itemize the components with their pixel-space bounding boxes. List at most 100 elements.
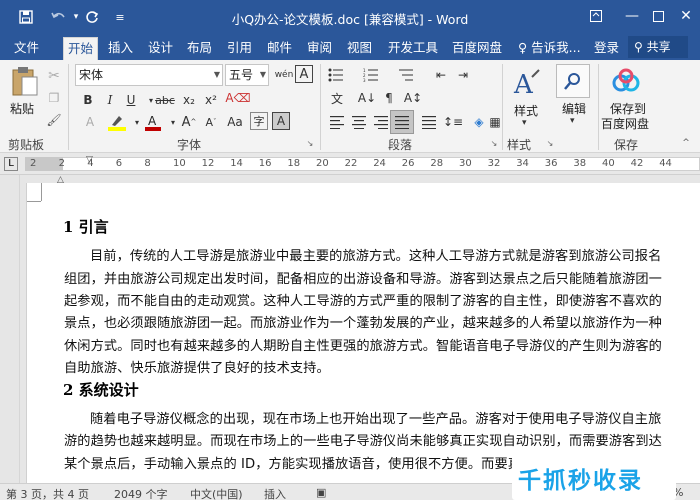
ruler-tick-label: 26 [401, 158, 415, 169]
tab-layout[interactable]: 布局 [183, 37, 216, 60]
ruler-tick-label: 28 [430, 158, 444, 169]
change-case-icon[interactable]: Aa [224, 112, 246, 132]
editing-label[interactable]: 编辑 [562, 100, 586, 117]
close-icon[interactable]: ✕ [668, 4, 700, 28]
character-border-icon[interactable]: A [295, 65, 313, 83]
align-left-icon[interactable] [326, 112, 348, 132]
paragraph-line: 休闲方式。同时也有越来越多的人期盼自主性更强的旅游方式。智能语音电子导游仪的产生… [64, 339, 662, 354]
baidu-netdisk-label[interactable]: 百度网盘 [601, 115, 649, 132]
increase-indent-icon[interactable]: ⇥ [452, 65, 474, 85]
word-count[interactable]: 2049 个字 [114, 486, 168, 500]
ruler-tick-label: 24 [373, 158, 386, 169]
bullets-icon[interactable] [325, 65, 347, 85]
ribbon-display-icon[interactable] [578, 4, 614, 28]
ribbon: 粘贴 ✂ ❐ 🖌 剪贴板 宋体 ▼ 五号 ▼ wén A B I U ▾ abc… [0, 60, 700, 153]
ruler-tick-label: 6 [115, 158, 123, 169]
fit-text-icon[interactable]: A↕ [402, 88, 424, 108]
ruler-tick-label: 8 [144, 158, 151, 169]
align-center-icon[interactable] [348, 112, 370, 132]
chevron-down-icon[interactable]: ▾ [570, 116, 575, 126]
distributed-icon[interactable] [418, 112, 440, 132]
highlight-icon[interactable] [106, 112, 128, 132]
paragraph-group-label: 段落 [388, 138, 413, 152]
tab-file[interactable]: 文件 [10, 37, 43, 60]
collapse-ribbon-icon[interactable]: ^ [680, 138, 692, 148]
paragraph-line: 起参观，而不能自由的走动观赏。这种人工导游的方式严重的限制了游客的自主性，即使游… [64, 294, 662, 309]
subscript-button[interactable]: x₂ [178, 90, 200, 110]
styles-icon[interactable]: A [510, 66, 544, 100]
line-spacing-icon[interactable]: ↕≡ [442, 112, 464, 132]
group-divider [502, 64, 503, 150]
tab-view[interactable]: 视图 [343, 37, 376, 60]
multilevel-list-icon[interactable] [395, 65, 417, 85]
page-count[interactable]: 第 3 页，共 4 页 [6, 486, 89, 500]
chinese-layout-icon[interactable]: 文 [326, 88, 348, 108]
ruler-tick-label: 36 [544, 158, 558, 169]
chevron-down-icon: ▼ [259, 70, 266, 79]
font-color-icon[interactable]: A [142, 112, 164, 132]
insert-mode[interactable]: 插入 [264, 486, 286, 500]
editing-icon[interactable] [556, 64, 590, 98]
tab-mailings[interactable]: 邮件 [263, 37, 296, 60]
svg-text:A: A [148, 114, 157, 128]
font-size-value: 五号 [229, 68, 254, 82]
tab-home[interactable]: 开始 [63, 37, 99, 60]
language-indicator[interactable]: 中文(中国) [190, 486, 243, 500]
italic-button[interactable]: I [99, 90, 121, 110]
login-link[interactable]: 登录 [590, 37, 623, 60]
font-name-select[interactable]: 宋体 ▼ [75, 64, 223, 86]
margin-corner-mark [41, 183, 42, 201]
grow-font-icon[interactable]: A ^ [178, 112, 200, 132]
macro-icon[interactable]: ▣ [316, 486, 326, 499]
strikethrough-button[interactable]: abc [154, 90, 176, 110]
font-size-select[interactable]: 五号 ▼ [225, 64, 269, 86]
tell-me-box[interactable]: ♀ 告诉我... [514, 37, 585, 60]
ribbon-tabs: 文件 开始 插入 设计 布局 引用 邮件 审阅 视图 开发工具 百度网盘 ♀ 告… [0, 34, 700, 60]
cut-icon[interactable]: ✂ [44, 66, 64, 86]
format-painter-icon[interactable]: 🖌 [44, 110, 64, 130]
numbering-icon[interactable]: 123 [360, 65, 382, 85]
show-marks-icon[interactable]: ¶ [378, 88, 400, 108]
share-button[interactable]: ⚲ 共享 [628, 36, 688, 58]
margin-corner-mark [27, 201, 41, 202]
tab-design[interactable]: 设计 [144, 37, 177, 60]
character-shading-icon[interactable]: A [272, 112, 290, 130]
tab-insert[interactable]: 插入 [104, 37, 137, 60]
horizontal-ruler[interactable]: L 2 2 4 6 8 10 12 14 16 18 20 22 24 26 28 30 32 34 36 38 40 4… [0, 153, 700, 175]
paste-label[interactable]: 粘贴 [10, 100, 34, 117]
paragraph-dialog-launcher-icon[interactable]: ↘ [489, 138, 499, 148]
superscript-button[interactable]: x² [200, 90, 222, 110]
phonetic-guide-icon[interactable]: wén [273, 65, 295, 85]
chevron-down-icon[interactable]: ▾ [522, 118, 527, 128]
shrink-font-icon[interactable]: Aˇ [200, 112, 222, 132]
copy-icon[interactable]: ❐ [44, 88, 64, 108]
decrease-indent-icon[interactable]: ⇤ [430, 65, 452, 85]
font-dialog-launcher-icon[interactable]: ↘ [305, 138, 315, 148]
clear-format-icon[interactable]: A⌫ [225, 88, 250, 108]
document-area: △ 1 引言 目前，传统的人工导游是旅游业中最主要的旅游方式。这种人工导游方式就… [0, 175, 700, 483]
first-line-indent-marker-icon[interactable]: ▽ [86, 155, 93, 165]
tab-references[interactable]: 引用 [223, 37, 256, 60]
tab-baidu-netdisk[interactable]: 百度网盘 [448, 37, 506, 60]
styles-label[interactable]: 样式 [514, 102, 538, 119]
paste-icon[interactable] [8, 64, 42, 98]
tab-selector-icon[interactable]: L [4, 157, 18, 171]
section-heading: 1 引言 [63, 218, 109, 236]
baidu-netdisk-icon[interactable] [610, 66, 642, 96]
text-effects-icon[interactable]: A [79, 112, 101, 132]
align-right-icon[interactable] [370, 112, 392, 132]
document-page[interactable]: 1 引言 目前，传统的人工导游是旅游业中最主要的旅游方式。这种人工导游方式就是游… [26, 183, 700, 483]
bold-button[interactable]: B [77, 90, 99, 110]
justify-icon[interactable] [390, 110, 414, 134]
sort-icon[interactable]: A↓ [356, 88, 378, 108]
ruler-tick-label: 2 [30, 158, 37, 169]
paragraph-line: 游的趋势也越来越明显。而现在市场上的一些电子导游仪尚未能够真正实现自动识别，而需… [64, 434, 662, 449]
enclose-characters-icon[interactable]: 字 [250, 112, 268, 130]
paragraph-line: 随着电子导游仪概念的出现，现在市场上也开始出现了一些产品。游客对于使用电子导游仪… [90, 412, 662, 427]
tab-developer[interactable]: 开发工具 [384, 37, 442, 60]
tab-review[interactable]: 审阅 [303, 37, 336, 60]
underline-button[interactable]: U [120, 90, 142, 110]
styles-dialog-launcher-icon[interactable]: ↘ [545, 138, 555, 148]
lightbulb-icon: ♀ [518, 40, 528, 55]
ruler-tick-label: 2 [58, 158, 65, 169]
